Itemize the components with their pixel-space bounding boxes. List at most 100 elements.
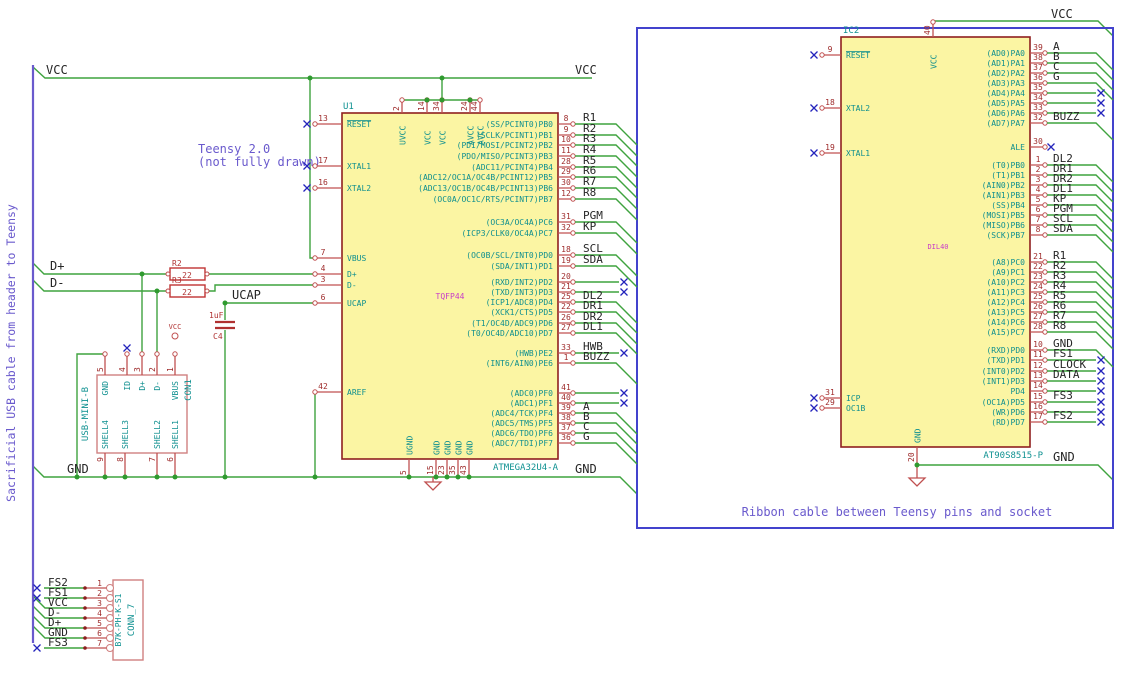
pin-name: (AIN0)PB2 bbox=[982, 181, 1026, 190]
wire-end-dot bbox=[83, 596, 87, 600]
pin-name: (SDA/INT1)PD1 bbox=[490, 262, 553, 271]
pin-number: 3 bbox=[97, 599, 102, 608]
junction-dot bbox=[222, 474, 228, 480]
pin-name: (WR)PD6 bbox=[991, 408, 1025, 417]
no-connect-x-icon bbox=[810, 149, 818, 157]
no-connect-x-icon bbox=[620, 349, 628, 357]
pin-name: (A13)PC5 bbox=[986, 308, 1025, 317]
pin-name: (AD1)PA1 bbox=[986, 59, 1025, 68]
pin-end-circle bbox=[570, 132, 576, 138]
no-connect-x-icon bbox=[810, 51, 818, 59]
pin-number: 3 bbox=[1036, 175, 1041, 184]
no-connect-x-icon bbox=[620, 389, 628, 397]
pin-name: (A8)PC0 bbox=[991, 258, 1025, 267]
pin-number: 16 bbox=[318, 178, 328, 187]
pin-number: 20 bbox=[561, 272, 571, 281]
junction-dot bbox=[406, 474, 412, 480]
vcc-label-left: VCC bbox=[46, 63, 68, 77]
no-connect-x-icon bbox=[1097, 367, 1105, 375]
r3-reference: R3 bbox=[172, 276, 182, 285]
pin-number: 14 bbox=[417, 101, 426, 111]
pin-name: (XCK1/CTS)PD5 bbox=[490, 308, 553, 317]
pin-name: UGND bbox=[406, 436, 415, 455]
pin-name: (T0/OC4D/ADC10)PD7 bbox=[466, 329, 553, 338]
pin-name: ICP bbox=[846, 394, 861, 403]
pin-number: 27 bbox=[561, 323, 571, 332]
pin-number: 5 bbox=[97, 619, 102, 628]
wire-end-dot bbox=[83, 626, 87, 630]
pin-number: 17 bbox=[1033, 412, 1043, 421]
pin-number: 36 bbox=[561, 433, 571, 442]
pin-name: (INT6/AIN0)PE6 bbox=[486, 359, 554, 368]
components-layer: U1ATMEGA32U4-ATQFP4413RESET17XTAL116XTAL… bbox=[33, 7, 1114, 661]
pin-name: (MISO)PB6 bbox=[982, 221, 1026, 230]
pin-number: 27 bbox=[1033, 312, 1043, 321]
capacitor-c4 bbox=[215, 320, 235, 330]
no-connect-x-icon bbox=[1097, 356, 1105, 364]
junction-dot bbox=[433, 474, 439, 480]
net-label: FS2 bbox=[1053, 409, 1073, 422]
junction-dot bbox=[439, 97, 445, 103]
pin-name: SHELL2 bbox=[153, 420, 162, 449]
pin-number: 36 bbox=[1033, 73, 1043, 82]
pin-name: (SCLK/PCINT1)PB1 bbox=[476, 131, 553, 140]
connector-pin-circle bbox=[106, 604, 114, 612]
con1-value: USB-MINI-B bbox=[81, 387, 91, 441]
pin-number: 21 bbox=[1033, 252, 1043, 261]
pin-number: 26 bbox=[561, 313, 571, 322]
pin-name: (ICP3/CLK0/OC4A)PC7 bbox=[461, 229, 553, 238]
junction-dot bbox=[222, 300, 228, 306]
connector-pin-circle bbox=[106, 614, 114, 622]
no-connect-x-icon bbox=[620, 399, 628, 407]
pin-name: (A14)PC6 bbox=[986, 318, 1025, 327]
ic2-gnd-wire bbox=[917, 464, 1114, 481]
r2-value: 22 bbox=[182, 271, 192, 280]
pin-name: GND bbox=[455, 440, 464, 455]
pin-number: 12 bbox=[561, 189, 571, 198]
pin-name: UVCC bbox=[399, 126, 408, 145]
pin-number: 41 bbox=[561, 383, 571, 392]
r2-terminal-left bbox=[165, 271, 171, 277]
pin-end-circle bbox=[1042, 120, 1048, 126]
pin-end-circle bbox=[570, 263, 576, 269]
pin-end-circle bbox=[570, 196, 576, 202]
vcc-label-ic2-top: VCC bbox=[1051, 7, 1073, 21]
pin-end-circle bbox=[1042, 222, 1048, 228]
pin-end-circle bbox=[1042, 357, 1048, 363]
pin-name: D+ bbox=[347, 270, 357, 279]
pin-name: (AD5)PA5 bbox=[986, 99, 1025, 108]
pin-name: OC1B bbox=[846, 404, 865, 413]
pin-number: 4 bbox=[118, 367, 127, 372]
schematic-page: Teensy 2.0 (not fully drawn) Ribbon cabl… bbox=[0, 0, 1131, 690]
pin-name: (AD2)PA2 bbox=[986, 69, 1025, 78]
pin-end-circle bbox=[1042, 50, 1048, 56]
junction-dot bbox=[424, 97, 430, 103]
pin-number: 12 bbox=[1033, 361, 1043, 370]
pin-name: (SCK)PB7 bbox=[986, 231, 1025, 240]
pin-number: 30 bbox=[1033, 137, 1043, 146]
pin-number: 37 bbox=[561, 423, 571, 432]
net-label: G bbox=[583, 430, 590, 443]
pin-number: 6 bbox=[166, 457, 175, 462]
pin-number: 9 bbox=[564, 125, 569, 134]
pin-end-circle bbox=[139, 351, 145, 357]
pin-end-circle bbox=[1042, 202, 1048, 208]
pin-name: GND bbox=[914, 428, 923, 443]
pin-end-circle bbox=[570, 121, 576, 127]
pin-number: 2 bbox=[148, 367, 157, 372]
no-connect-x-icon bbox=[1097, 89, 1105, 97]
r2-terminal-right bbox=[204, 271, 210, 277]
pin-end-circle bbox=[570, 330, 576, 336]
pin-name: AVCC bbox=[477, 126, 486, 145]
pin-name: (ADC4/TCK)PF4 bbox=[490, 409, 553, 418]
pin-name: SHELL3 bbox=[121, 420, 130, 449]
pin-number: 5 bbox=[1036, 195, 1041, 204]
pin-number: 1 bbox=[166, 367, 175, 372]
pin-number: 40 bbox=[561, 393, 571, 402]
wire-end-dot bbox=[83, 616, 87, 620]
pin-number: 28 bbox=[1033, 322, 1043, 331]
pin-number: 17 bbox=[318, 156, 328, 165]
junction-dot bbox=[914, 462, 920, 468]
usb-cable-note: Sacrificial USB cable from header to Tee… bbox=[4, 204, 18, 502]
pin-end-circle bbox=[1042, 368, 1048, 374]
